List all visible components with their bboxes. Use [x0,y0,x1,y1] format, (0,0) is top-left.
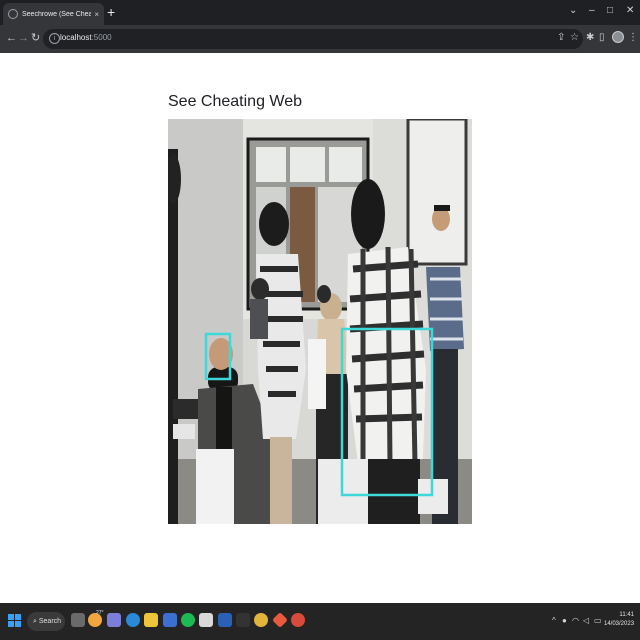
back-button[interactable]: ← [6,32,17,45]
new-tab-button[interactable]: + [107,4,115,20]
volume-icon[interactable]: ◁ [583,616,589,626]
classroom-camera-image [168,119,472,524]
tab-strip: Seechrowe (See Cheating Web) × + ⌄ – □ ✕ [0,0,640,25]
page-content: See Cheating Web [0,53,640,603]
store-icon[interactable] [163,613,177,627]
tab-search-icon[interactable]: ⌄ [569,5,577,17]
address-bar[interactable]: i localhost:5000 [43,29,583,49]
tab-close-icon[interactable]: × [94,10,99,19]
reload-button[interactable]: ↻ [31,32,40,45]
clock[interactable]: 11:41 14/03/2023 [604,611,634,629]
taskbar-search[interactable]: ⌕ Search [27,612,65,631]
chrome-icon[interactable] [254,613,268,627]
word-icon[interactable] [218,613,232,627]
close-window-button[interactable]: ✕ [626,5,634,17]
tab-title: Seechrowe (See Cheating Web) [22,10,92,18]
url-text: localhost:5000 [60,33,112,42]
app-dark-icon[interactable] [236,613,250,627]
tray-app-icon[interactable]: ● [562,616,567,626]
video-feed [168,119,472,524]
share-icon[interactable]: ⇪ [557,32,565,44]
clock-time: 11:41 [619,612,634,618]
copilot-icon[interactable] [107,613,121,627]
task-view-icon[interactable] [71,613,85,627]
globe-icon [8,9,18,19]
star-icon[interactable]: ☆ [570,32,579,44]
page-title: See Cheating Web [168,93,303,110]
site-info-icon[interactable]: i [49,33,60,44]
tray-chevron-icon[interactable]: ^ [552,616,556,626]
battery-icon[interactable]: ▭ [594,616,602,626]
spotify-icon[interactable] [181,613,195,627]
profile-avatar[interactable] [612,31,624,43]
weather-temp: 27° [96,610,104,616]
chrome-alt-icon[interactable] [291,613,305,627]
windows-taskbar: ⌕ Search 27° ^ ● ◠ ◁ ▭ 11:41 14/03/2023 [0,603,640,640]
extensions-icon[interactable]: ✱ [586,32,594,44]
browser-toolbar: ← → ↻ i localhost:5000 ⇪ ☆ ✱ ▯ ⋮ [0,25,640,53]
start-button[interactable] [8,614,21,627]
maximize-button[interactable]: □ [607,5,613,17]
wifi-icon[interactable]: ◠ [572,616,579,626]
app-generic-icon[interactable] [199,613,213,627]
forward-button[interactable]: → [18,32,29,45]
sidebar-icon[interactable]: ▯ [599,32,605,44]
clock-date: 14/03/2023 [604,621,635,627]
app-diamond-icon[interactable] [272,612,288,628]
minimize-button[interactable]: – [589,5,595,17]
menu-icon[interactable]: ⋮ [628,32,638,44]
browser-tab[interactable]: Seechrowe (See Cheating Web) × [3,3,104,25]
edge-icon[interactable] [126,613,140,627]
file-explorer-icon[interactable] [144,613,158,627]
